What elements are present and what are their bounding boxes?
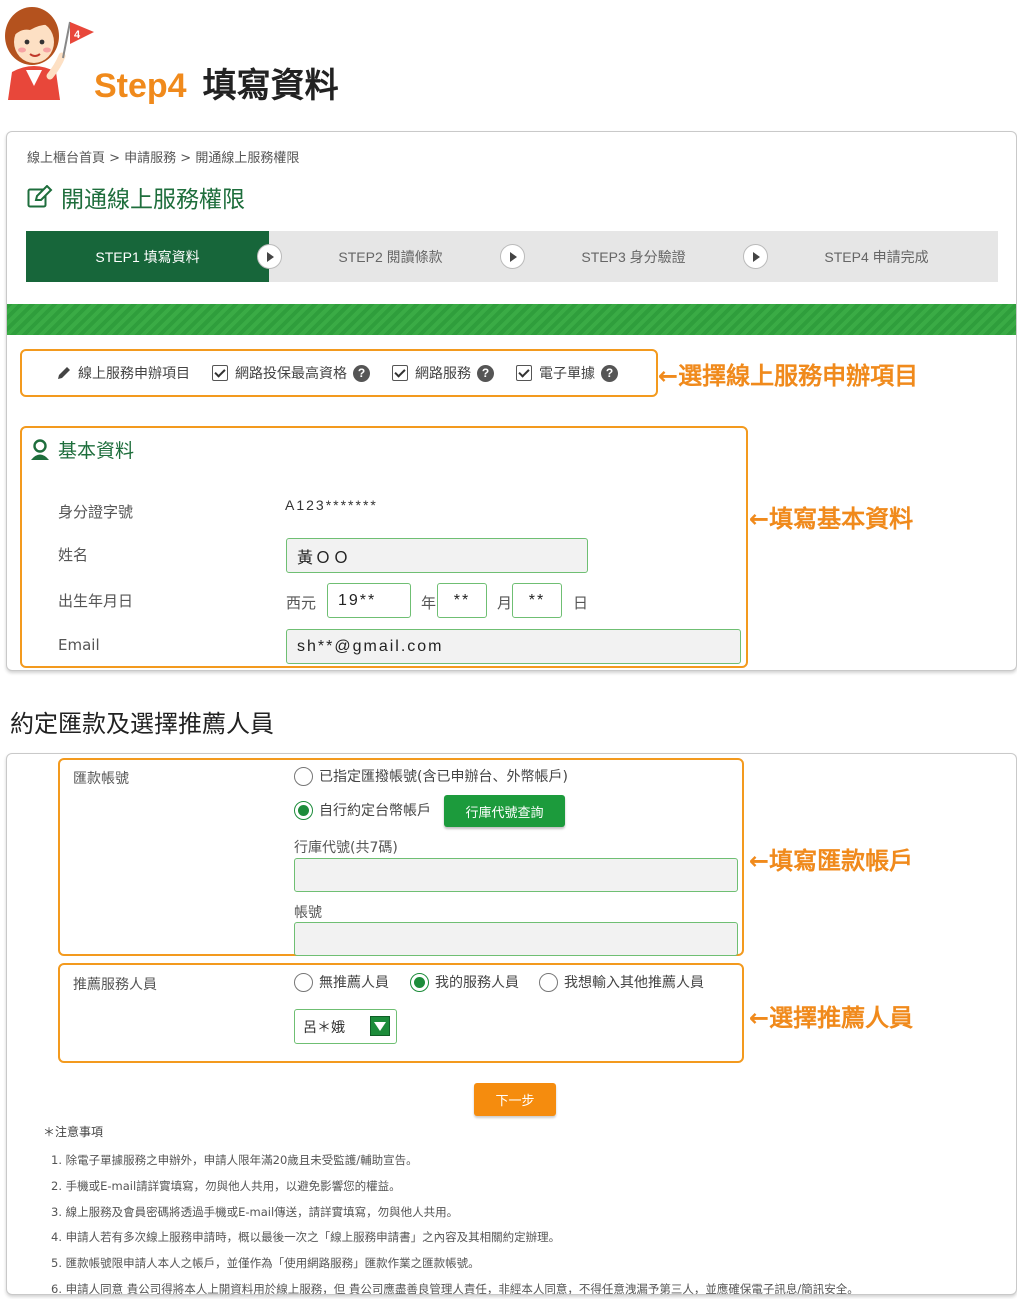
mascot-illustration: 4	[5, 7, 94, 100]
service-items-label: 線上服務申辦項目	[56, 363, 190, 383]
step-1-label: STEP1 填寫資料	[95, 248, 200, 265]
account-label: 匯款帳號	[73, 771, 129, 787]
id-label: 身分證字號	[58, 503, 134, 521]
notes-title: ＊注意事項	[43, 1125, 104, 1139]
service-ebill-label: 電子單據	[539, 366, 595, 382]
service-form-panel: 線上櫃台首頁 > 申請服務 > 開通線上服務權限 開通線上服務權限 STEP1 …	[6, 131, 1017, 671]
note-item: 6. 申請人同意 貴公司得將本人上開資料用於線上服務，但 貴公司應盡善良管理人責…	[51, 1281, 859, 1295]
note-item: 3. 線上服務及會員密碼將透過手機或E-mail傳送，請詳實填寫，勿與他人共用。	[51, 1204, 459, 1219]
radio-selected-icon[interactable]	[410, 972, 429, 992]
note-item: 5. 匯款帳號限申請人本人之帳戶，並僅作為「使用網路服務」匯款作業之匯款帳號。	[51, 1256, 480, 1271]
note-item: 4. 申請人若有多次線上服務申請時，概以最後一次之「線上服務申請書」之內容及其相…	[51, 1230, 561, 1245]
id-value: A123*******	[285, 497, 378, 513]
day-unit: 日	[573, 594, 589, 612]
radio-my-agent-label: 我的服務人員	[435, 975, 519, 991]
email-label: Email	[58, 636, 100, 654]
radio-other-referrer-label: 我想輸入其他推薦人員	[564, 975, 704, 991]
basic-info-section: 基本資料 身分證字號 A123******* 姓名 黃ＯＯ 出生年月日 西元 1…	[20, 426, 748, 668]
birth-day-field[interactable]: **	[512, 583, 562, 618]
service-checkbox-ebill[interactable]: 電子單據 ?	[516, 363, 618, 383]
agent-select-value: 呂＊娥	[303, 1019, 345, 1036]
step-2: STEP2 閱讀條款	[269, 231, 525, 282]
bank-code-field[interactable]	[294, 858, 738, 892]
bank-code-lookup-button[interactable]: 行庫代號查詢	[444, 795, 565, 827]
basic-info-title-text: 基本資料	[58, 440, 135, 462]
radio-custom-label: 自行約定台幣帳戶	[319, 803, 431, 819]
service-checkbox-web[interactable]: 網路服務 ?	[392, 363, 494, 383]
step-heading: Step4 填寫資料	[94, 58, 339, 107]
email-field[interactable]: sh**@gmail.com	[286, 629, 741, 664]
notes-list: 1. 除電子單據服務之申辦外，申請人限年滿20歲且未受監護/輔助宣告。 2. 手…	[51, 1148, 859, 1295]
radio-unselected-icon[interactable]	[294, 766, 313, 786]
note-item: 1. 除電子單據服務之申辦外，申請人限年滿20歲且未受監護/輔助宣告。	[51, 1153, 418, 1167]
service-checkbox-insurance[interactable]: 網路投保最高資格 ?	[212, 363, 370, 383]
help-icon[interactable]: ?	[353, 364, 370, 382]
pencil-icon	[58, 367, 70, 379]
step-4: STEP4 申請完成	[755, 231, 998, 282]
page-title: 開通線上服務權限	[27, 180, 245, 214]
birth-label: 出生年月日	[58, 592, 134, 610]
next-button[interactable]: 下一步	[474, 1083, 556, 1116]
step-title: 填寫資料	[202, 66, 339, 106]
step-1: STEP1 填寫資料	[26, 231, 282, 282]
remittance-account-section: 匯款帳號 已指定匯撥帳號(含已申辦台、外幣帳戶) 自行約定台幣帳戶 行庫代號查詢…	[58, 758, 744, 956]
radio-unselected-icon[interactable]	[294, 972, 313, 992]
section-heading: 約定匯款及選擇推薦人員	[10, 710, 274, 738]
flag-number: 4	[74, 29, 81, 41]
radio-selected-icon[interactable]	[294, 800, 313, 820]
checkbox-checked-icon[interactable]	[392, 365, 408, 381]
service-insurance-label: 網路投保最高資格	[235, 366, 347, 382]
referrer-label: 推薦服務人員	[73, 977, 157, 993]
month-unit: 月	[497, 594, 513, 612]
service-items-label-text: 線上服務申辦項目	[78, 366, 190, 382]
user-icon	[31, 438, 49, 460]
help-icon[interactable]: ?	[477, 364, 494, 382]
dropdown-arrow-icon[interactable]	[370, 1016, 390, 1036]
checkbox-checked-icon[interactable]	[212, 365, 228, 381]
help-icon[interactable]: ?	[601, 364, 618, 382]
era-label: 西元	[286, 594, 317, 612]
step-number: Step4	[94, 67, 187, 105]
edit-icon	[27, 185, 53, 208]
callout-basic-info: ←填寫基本資料	[749, 505, 914, 533]
step-4-label: STEP4 申請完成	[824, 248, 929, 265]
section-divider-bar	[7, 304, 1016, 335]
referrer-section: 推薦服務人員 無推薦人員 我的服務人員 我想輸入其他推薦人員 呂＊娥	[58, 963, 744, 1063]
agent-select[interactable]: 呂＊娥	[294, 1009, 397, 1044]
step-3: STEP3 身分驗證	[512, 231, 768, 282]
account-number-field[interactable]	[294, 922, 738, 956]
breadcrumb: 線上櫃台首頁 > 申請服務 > 開通線上服務權限	[27, 151, 300, 166]
account-number-label: 帳號	[294, 905, 322, 921]
birth-year-field[interactable]: 19**	[327, 583, 411, 618]
callout-referrer: ←選擇推薦人員	[749, 1004, 914, 1032]
year-unit: 年	[421, 594, 437, 612]
service-web-label: 網路服務	[415, 366, 471, 382]
note-item: 2. 手機或E-mail請詳實填寫，勿與他人共用，以避免影響您的權益。	[51, 1178, 401, 1193]
radio-designated-label: 已指定匯撥帳號(含已申辦台、外幣帳戶)	[319, 769, 568, 785]
radio-no-referrer[interactable]: 無推薦人員	[294, 972, 389, 992]
radio-my-agent[interactable]: 我的服務人員	[410, 972, 519, 992]
birth-month-field[interactable]: **	[437, 583, 487, 618]
arrow-right-icon	[500, 244, 525, 269]
radio-custom-account[interactable]: 自行約定台幣帳戶	[294, 800, 431, 820]
bank-code-label: 行庫代號(共7碼)	[294, 840, 398, 856]
service-items-group: 線上服務申辦項目 網路投保最高資格 ? 網路服務 ? 電子單據 ?	[20, 349, 658, 397]
radio-other-referrer[interactable]: 我想輸入其他推薦人員	[539, 972, 704, 992]
step-2-label: STEP2 閱讀條款	[338, 248, 443, 265]
name-field[interactable]: 黃ＯＯ	[286, 538, 588, 573]
radio-unselected-icon[interactable]	[539, 972, 558, 992]
basic-info-title: 基本資料	[30, 436, 134, 463]
arrow-right-icon	[743, 244, 768, 269]
callout-account: ←填寫匯款帳戶	[749, 847, 914, 875]
page-title-text: 開通線上服務權限	[61, 187, 245, 213]
progress-stepper: STEP1 填寫資料 STEP2 閱讀條款 STEP3 身分驗證 STEP4 申…	[26, 231, 998, 282]
name-label: 姓名	[58, 546, 89, 564]
radio-designated-account[interactable]: 已指定匯撥帳號(含已申辦台、外幣帳戶)	[294, 766, 568, 786]
radio-no-referrer-label: 無推薦人員	[319, 975, 389, 991]
callout-services: ←選擇線上服務申辦項目	[658, 362, 919, 390]
checkbox-checked-icon[interactable]	[516, 365, 532, 381]
arrow-right-icon	[257, 244, 282, 269]
step-3-label: STEP3 身分驗證	[581, 248, 686, 265]
